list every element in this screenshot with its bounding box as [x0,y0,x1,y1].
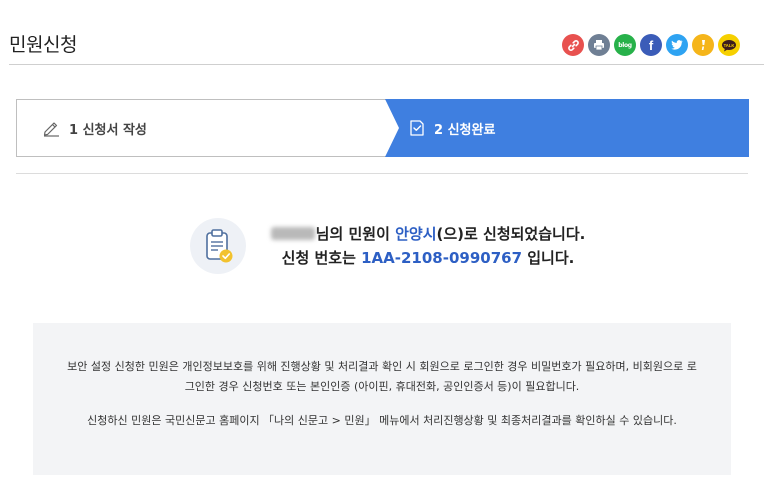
notice-paragraph-2: 신청하신 민원은 국민신문고 홈페이지 「나의 신문고 > 민원」 메뉴에서 처… [87,414,677,427]
link-share-button[interactable] [562,34,584,56]
redacted-name [270,227,315,240]
svg-text:TALK: TALK [724,42,735,47]
result-line-2-end: 입니다. [522,249,575,267]
kakaotalk-icon: TALK [722,39,736,51]
pencil-icon [43,122,59,137]
facebook-share-button[interactable]: f [640,34,662,56]
step-write-application: 1 신청서 작성 [17,100,387,156]
facebook-icon: f [648,37,654,53]
link-icon [567,39,579,51]
result-line-2: 신청 번호는 1AA-2108-0990767 입니다. [258,246,598,270]
check-document-icon [410,120,424,136]
blog-icon: blog [618,41,632,49]
step-application-complete: 2 신청완료 [385,99,749,157]
result-message: 님의 민원이 안양시(으)로 신청되었습니다. 신청 번호는 1AA-2108-… [258,222,598,270]
blog-share-button[interactable]: blog [614,34,636,56]
kakaostory-share-button[interactable] [692,34,714,56]
notice-paragraph-1: 보안 설정 신청한 민원은 개인정보보호를 위해 진행상황 및 처리결과 확인 … [67,360,697,393]
result-line-1-text: 님의 민원이 [315,225,396,243]
result-line-1: 님의 민원이 안양시(으)로 신청되었습니다. [258,222,598,246]
result-line-1-end: (으)로 신청되었습니다. [436,225,586,243]
print-button[interactable] [588,34,610,56]
result-line-2-text: 신청 번호는 [281,249,362,267]
kakaotalk-share-button[interactable]: TALK [718,34,740,56]
kakaostory-icon [701,40,705,50]
print-icon [594,40,604,51]
share-bar: blog f TALK [562,34,740,56]
clipboard-check-icon [206,229,233,263]
twitter-icon [671,40,683,50]
result-icon-badge [190,218,246,274]
steps-divider [16,173,748,174]
twitter-share-button[interactable] [666,34,688,56]
title-divider [9,64,764,65]
agency-name: 안양시 [395,225,437,243]
progress-steps: 1 신청서 작성 2 신청완료 [16,99,749,157]
notice-box: 보안 설정 신청한 민원은 개인정보보호를 위해 진행상황 및 처리결과 확인 … [33,323,731,475]
page-title: 민원신청 [9,34,77,56]
application-number: 1AA-2108-0990767 [361,249,523,267]
step-1-label: 1 신청서 작성 [69,122,147,138]
step-2-label: 2 신청완료 [434,122,496,138]
